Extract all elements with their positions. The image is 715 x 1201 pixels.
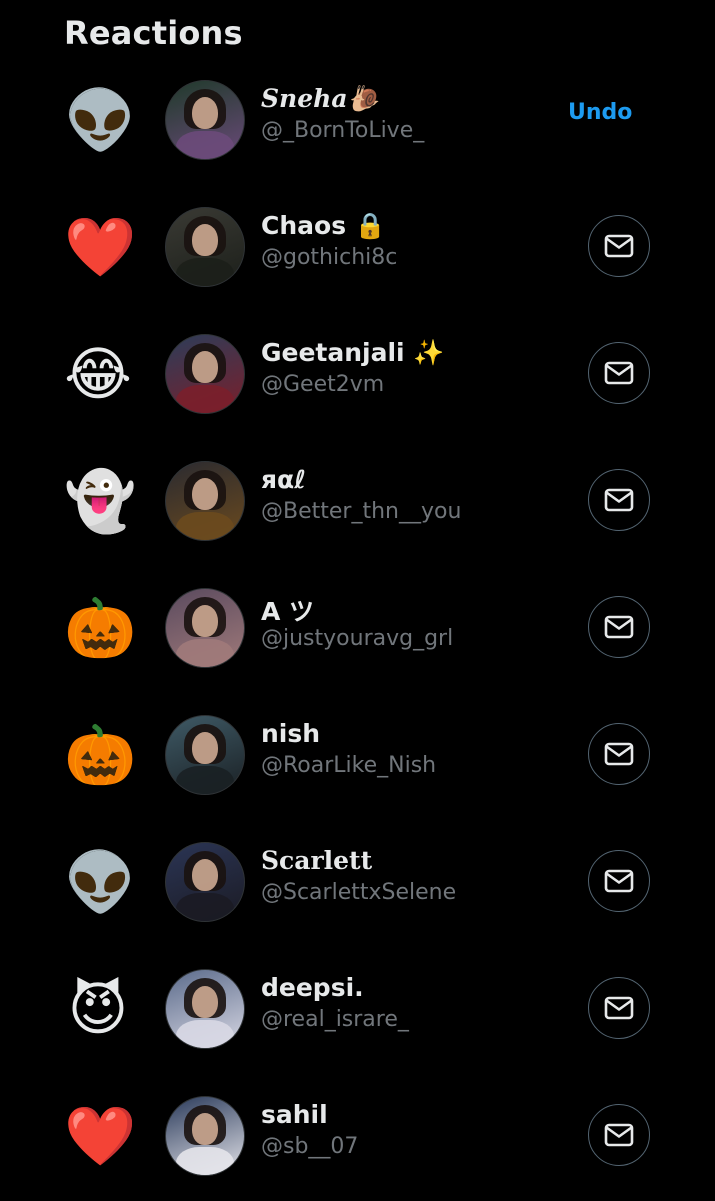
message-button[interactable]: [588, 850, 650, 912]
display-name[interactable]: яαℓ: [261, 465, 306, 494]
reaction-row[interactable]: 👽 Scarlett @ScarlettxSelene: [0, 820, 715, 947]
smiling-devil-icon: 😈: [67, 975, 129, 1043]
alien-icon: 👽: [64, 848, 137, 916]
envelope-icon: [604, 615, 634, 639]
reaction-row[interactable]: 🎃 nish @RoarLike_Nish: [0, 693, 715, 820]
message-button[interactable]: [588, 342, 650, 404]
display-name[interactable]: Sneha🐌: [261, 84, 379, 114]
display-name[interactable]: deepsi.: [261, 973, 364, 1002]
reaction-row[interactable]: ❤️ sahil @sb__07: [0, 1074, 715, 1201]
red-heart-icon: ❤️: [64, 213, 137, 281]
envelope-icon: [604, 361, 634, 385]
jack-o-lantern-icon: 🎃: [64, 721, 137, 789]
envelope-icon: [604, 234, 634, 258]
reaction-row[interactable]: 🎃 A ツ @justyouravg_grl: [0, 566, 715, 693]
display-name[interactable]: nish: [261, 719, 320, 748]
avatar[interactable]: [165, 715, 245, 795]
user-handle[interactable]: @justyouravg_grl: [261, 626, 453, 651]
message-button[interactable]: [588, 596, 650, 658]
display-name[interactable]: Scarlett: [261, 846, 372, 875]
user-handle[interactable]: @ScarlettxSelene: [261, 880, 456, 905]
display-name[interactable]: Geetanjali ✨: [261, 338, 444, 368]
alien-icon: 👽: [64, 86, 137, 154]
user-handle[interactable]: @RoarLike_Nish: [261, 753, 436, 778]
display-name[interactable]: Chaos 🔒: [261, 211, 386, 241]
envelope-icon: [604, 996, 634, 1020]
user-handle[interactable]: @_BornToLive_: [261, 118, 424, 143]
avatar[interactable]: [165, 461, 245, 541]
message-button[interactable]: [588, 215, 650, 277]
ghost-icon: 👻: [64, 467, 137, 535]
message-button[interactable]: [588, 469, 650, 531]
tears-of-joy-icon: 😂: [64, 340, 132, 408]
envelope-icon: [604, 1123, 634, 1147]
display-name[interactable]: sahil: [261, 1100, 328, 1129]
reactions-list: 👽 Sneha🐌 @_BornToLive_ Undo ❤️ Chaos 🔒 @gothic…: [0, 58, 715, 1201]
avatar[interactable]: [165, 969, 245, 1049]
page-title: Reactions: [64, 14, 243, 52]
message-button[interactable]: [588, 723, 650, 785]
avatar[interactable]: [165, 842, 245, 922]
user-handle[interactable]: @sb__07: [261, 1134, 358, 1159]
message-button[interactable]: [588, 977, 650, 1039]
avatar[interactable]: [165, 80, 245, 160]
jack-o-lantern-icon: 🎃: [64, 594, 137, 662]
envelope-icon: [604, 869, 634, 893]
display-name[interactable]: A ツ: [261, 592, 314, 628]
envelope-icon: [604, 488, 634, 512]
red-heart-icon: ❤️: [64, 1102, 137, 1170]
avatar[interactable]: [165, 207, 245, 287]
reaction-row[interactable]: 😈 deepsi. @real_israre_: [0, 947, 715, 1074]
message-button[interactable]: [588, 1104, 650, 1166]
reaction-row[interactable]: 👽 Sneha🐌 @_BornToLive_ Undo: [0, 58, 715, 185]
avatar[interactable]: [165, 1096, 245, 1176]
undo-button[interactable]: Undo: [568, 100, 632, 125]
avatar[interactable]: [165, 588, 245, 668]
reaction-row[interactable]: ❤️ Chaos 🔒 @gothichi8c: [0, 185, 715, 312]
reaction-row[interactable]: 😂 Geetanjali ✨ @Geet2vm: [0, 312, 715, 439]
avatar[interactable]: [165, 334, 245, 414]
user-handle[interactable]: @real_israre_: [261, 1007, 409, 1032]
user-handle[interactable]: @gothichi8c: [261, 245, 397, 270]
user-handle[interactable]: @Better_thn__you: [261, 499, 461, 524]
user-handle[interactable]: @Geet2vm: [261, 372, 384, 397]
envelope-icon: [604, 742, 634, 766]
reaction-row[interactable]: 👻 яαℓ @Better_thn__you: [0, 439, 715, 566]
